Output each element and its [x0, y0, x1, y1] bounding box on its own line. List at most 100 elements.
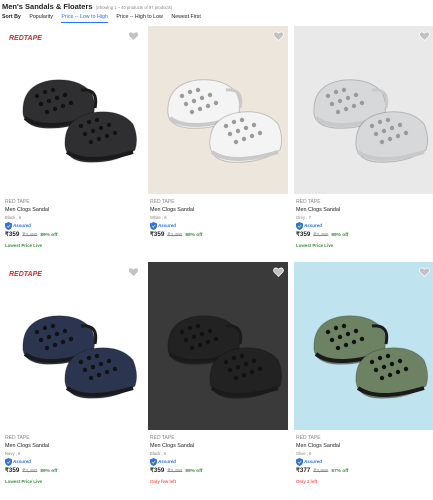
product-brand: RED TAPE	[296, 435, 321, 441]
product-card[interactable]: RED TAPE Men Clogs Sandal White , 6 Assu…	[148, 26, 288, 262]
assured-label: Assured	[158, 223, 177, 228]
clog-shoe-image: REDTAPE	[9, 35, 138, 163]
product-info: RED TAPE Men Clogs Sandal Grey , 7 Assur…	[296, 198, 432, 249]
product-image[interactable]: REDTAPE	[3, 26, 143, 194]
price-row: ₹377 ₹2,990 87% off	[296, 466, 432, 476]
product-brand: RED TAPE	[5, 435, 30, 441]
product-image[interactable]: REDTAPE	[3, 262, 143, 430]
product-image[interactable]	[148, 26, 288, 194]
shield-icon	[150, 221, 157, 230]
selling-price: ₹359	[5, 231, 20, 238]
selling-price: ₹377	[296, 467, 311, 474]
assured-label: Assured	[13, 223, 32, 228]
discount-percent: 89% off	[185, 233, 203, 238]
product-info: RED TAPE Men Clogs Sandal Black , 6 Assu…	[5, 198, 141, 249]
product-title[interactable]: Men Clogs Sandal	[296, 442, 432, 450]
sort-newest[interactable]: Newest First	[171, 14, 200, 22]
product-variant: Olive , 6	[296, 451, 312, 456]
heart-icon[interactable]	[273, 31, 284, 41]
product-variant: Grey , 7	[296, 215, 311, 220]
brand-logo: REDTAPE	[9, 35, 42, 42]
product-info: RED TAPE Men Clogs Sandal Black , 6 Assu…	[150, 434, 286, 485]
product-variant: White , 6	[150, 215, 167, 220]
availability-tag: Only 2 left	[296, 479, 318, 484]
heart-icon[interactable]	[273, 267, 284, 277]
availability-tag: Lowest Price Live	[296, 243, 334, 248]
selling-price: ₹359	[150, 231, 165, 238]
product-info: RED TAPE Men Clogs Sandal Olive , 6 Assu…	[296, 434, 432, 485]
price-row: ₹359 ₹3,490 89% off	[150, 230, 286, 240]
product-image[interactable]	[148, 262, 288, 430]
sort-popularity[interactable]: Popularity	[29, 14, 53, 22]
price-row: ₹359 ₹3,490 89% off	[296, 230, 432, 240]
product-card[interactable]: RED TAPE Men Clogs Sandal Olive , 6 Assu…	[294, 262, 433, 498]
availability-tag: Lowest Price Live	[5, 479, 43, 484]
assured-label: Assured	[304, 223, 323, 228]
clog-shoe-image: REDTAPE	[9, 271, 138, 399]
price-row: ₹359 ₹3,490 89% off	[150, 466, 286, 476]
discount-percent: 89% off	[40, 233, 58, 238]
shield-icon	[296, 221, 303, 230]
heart-icon[interactable]	[128, 267, 139, 277]
clog-shoe-image	[167, 315, 283, 399]
sort-price-low-high[interactable]: Price -- Low to High	[61, 14, 108, 23]
product-variant: Navy , 6	[5, 451, 21, 456]
product-image[interactable]	[294, 26, 433, 194]
sort-price-high-low[interactable]: Price -- High to Low	[116, 14, 163, 22]
brand-logo: REDTAPE	[9, 271, 42, 278]
product-brand: RED TAPE	[296, 199, 321, 205]
product-title[interactable]: Men Clogs Sandal	[5, 442, 141, 450]
clog-shoe-image	[313, 315, 429, 399]
shield-icon	[5, 221, 12, 230]
original-price: ₹2,990	[313, 469, 329, 474]
sort-bar: Sort By Popularity Price -- Low to High …	[2, 14, 208, 23]
product-card[interactable]: RED TAPE Men Clogs Sandal Grey , 7 Assur…	[294, 26, 433, 262]
assured-badge: Assured	[5, 221, 141, 230]
original-price: ₹3,490	[22, 233, 38, 238]
original-price: ₹3,490	[167, 233, 183, 238]
results-header: Men's Sandals & Floaters (Showing 1 – 40 …	[0, 0, 433, 24]
price-row: ₹359 ₹3,490 89% off	[5, 466, 141, 476]
discount-percent: 89% off	[40, 469, 58, 474]
product-title[interactable]: Men Clogs Sandal	[150, 442, 286, 450]
selling-price: ₹359	[5, 467, 20, 474]
heart-icon[interactable]	[419, 31, 430, 41]
assured-badge: Assured	[5, 457, 141, 466]
clog-shoe-image	[167, 79, 283, 163]
clog-shoe-image	[313, 79, 429, 163]
product-brand: RED TAPE	[5, 199, 30, 205]
assured-label: Assured	[304, 459, 323, 464]
product-brand: RED TAPE	[150, 199, 175, 205]
product-variant: Black , 6	[150, 451, 167, 456]
assured-badge: Assured	[296, 457, 432, 466]
discount-percent: 87% off	[331, 469, 349, 474]
original-price: ₹3,490	[22, 469, 38, 474]
heart-icon[interactable]	[128, 31, 139, 41]
product-brand: RED TAPE	[150, 435, 175, 441]
product-info: RED TAPE Men Clogs Sandal White , 6 Assu…	[150, 198, 286, 242]
price-row: ₹359 ₹3,490 89% off	[5, 230, 141, 240]
product-info: RED TAPE Men Clogs Sandal Navy , 6 Assur…	[5, 434, 141, 485]
product-title[interactable]: Men Clogs Sandal	[150, 206, 286, 214]
product-title[interactable]: Men Clogs Sandal	[296, 206, 432, 214]
shield-icon	[296, 457, 303, 466]
product-image[interactable]	[294, 262, 433, 430]
category-title: Men's Sandals & Floaters	[2, 2, 93, 11]
original-price: ₹3,490	[313, 233, 329, 238]
discount-percent: 89% off	[185, 469, 203, 474]
original-price: ₹3,490	[167, 469, 183, 474]
product-card[interactable]: REDTAPE RED TAPE Men Clogs Sandal Black …	[3, 26, 143, 262]
sort-label: Sort By	[2, 14, 21, 20]
shield-icon	[5, 457, 12, 466]
assured-badge: Assured	[150, 221, 286, 230]
assured-label: Assured	[13, 459, 32, 464]
heart-icon[interactable]	[419, 267, 430, 277]
product-card[interactable]: RED TAPE Men Clogs Sandal Black , 6 Assu…	[148, 262, 288, 498]
product-title[interactable]: Men Clogs Sandal	[5, 206, 141, 214]
discount-percent: 89% off	[331, 233, 349, 238]
shield-icon	[150, 457, 157, 466]
page-title: Men's Sandals & Floaters (Showing 1 – 40 …	[2, 2, 172, 11]
assured-badge: Assured	[296, 221, 432, 230]
product-card[interactable]: REDTAPE RED TAPE Men Clogs Sandal Navy ,…	[3, 262, 143, 498]
selling-price: ₹359	[150, 467, 165, 474]
